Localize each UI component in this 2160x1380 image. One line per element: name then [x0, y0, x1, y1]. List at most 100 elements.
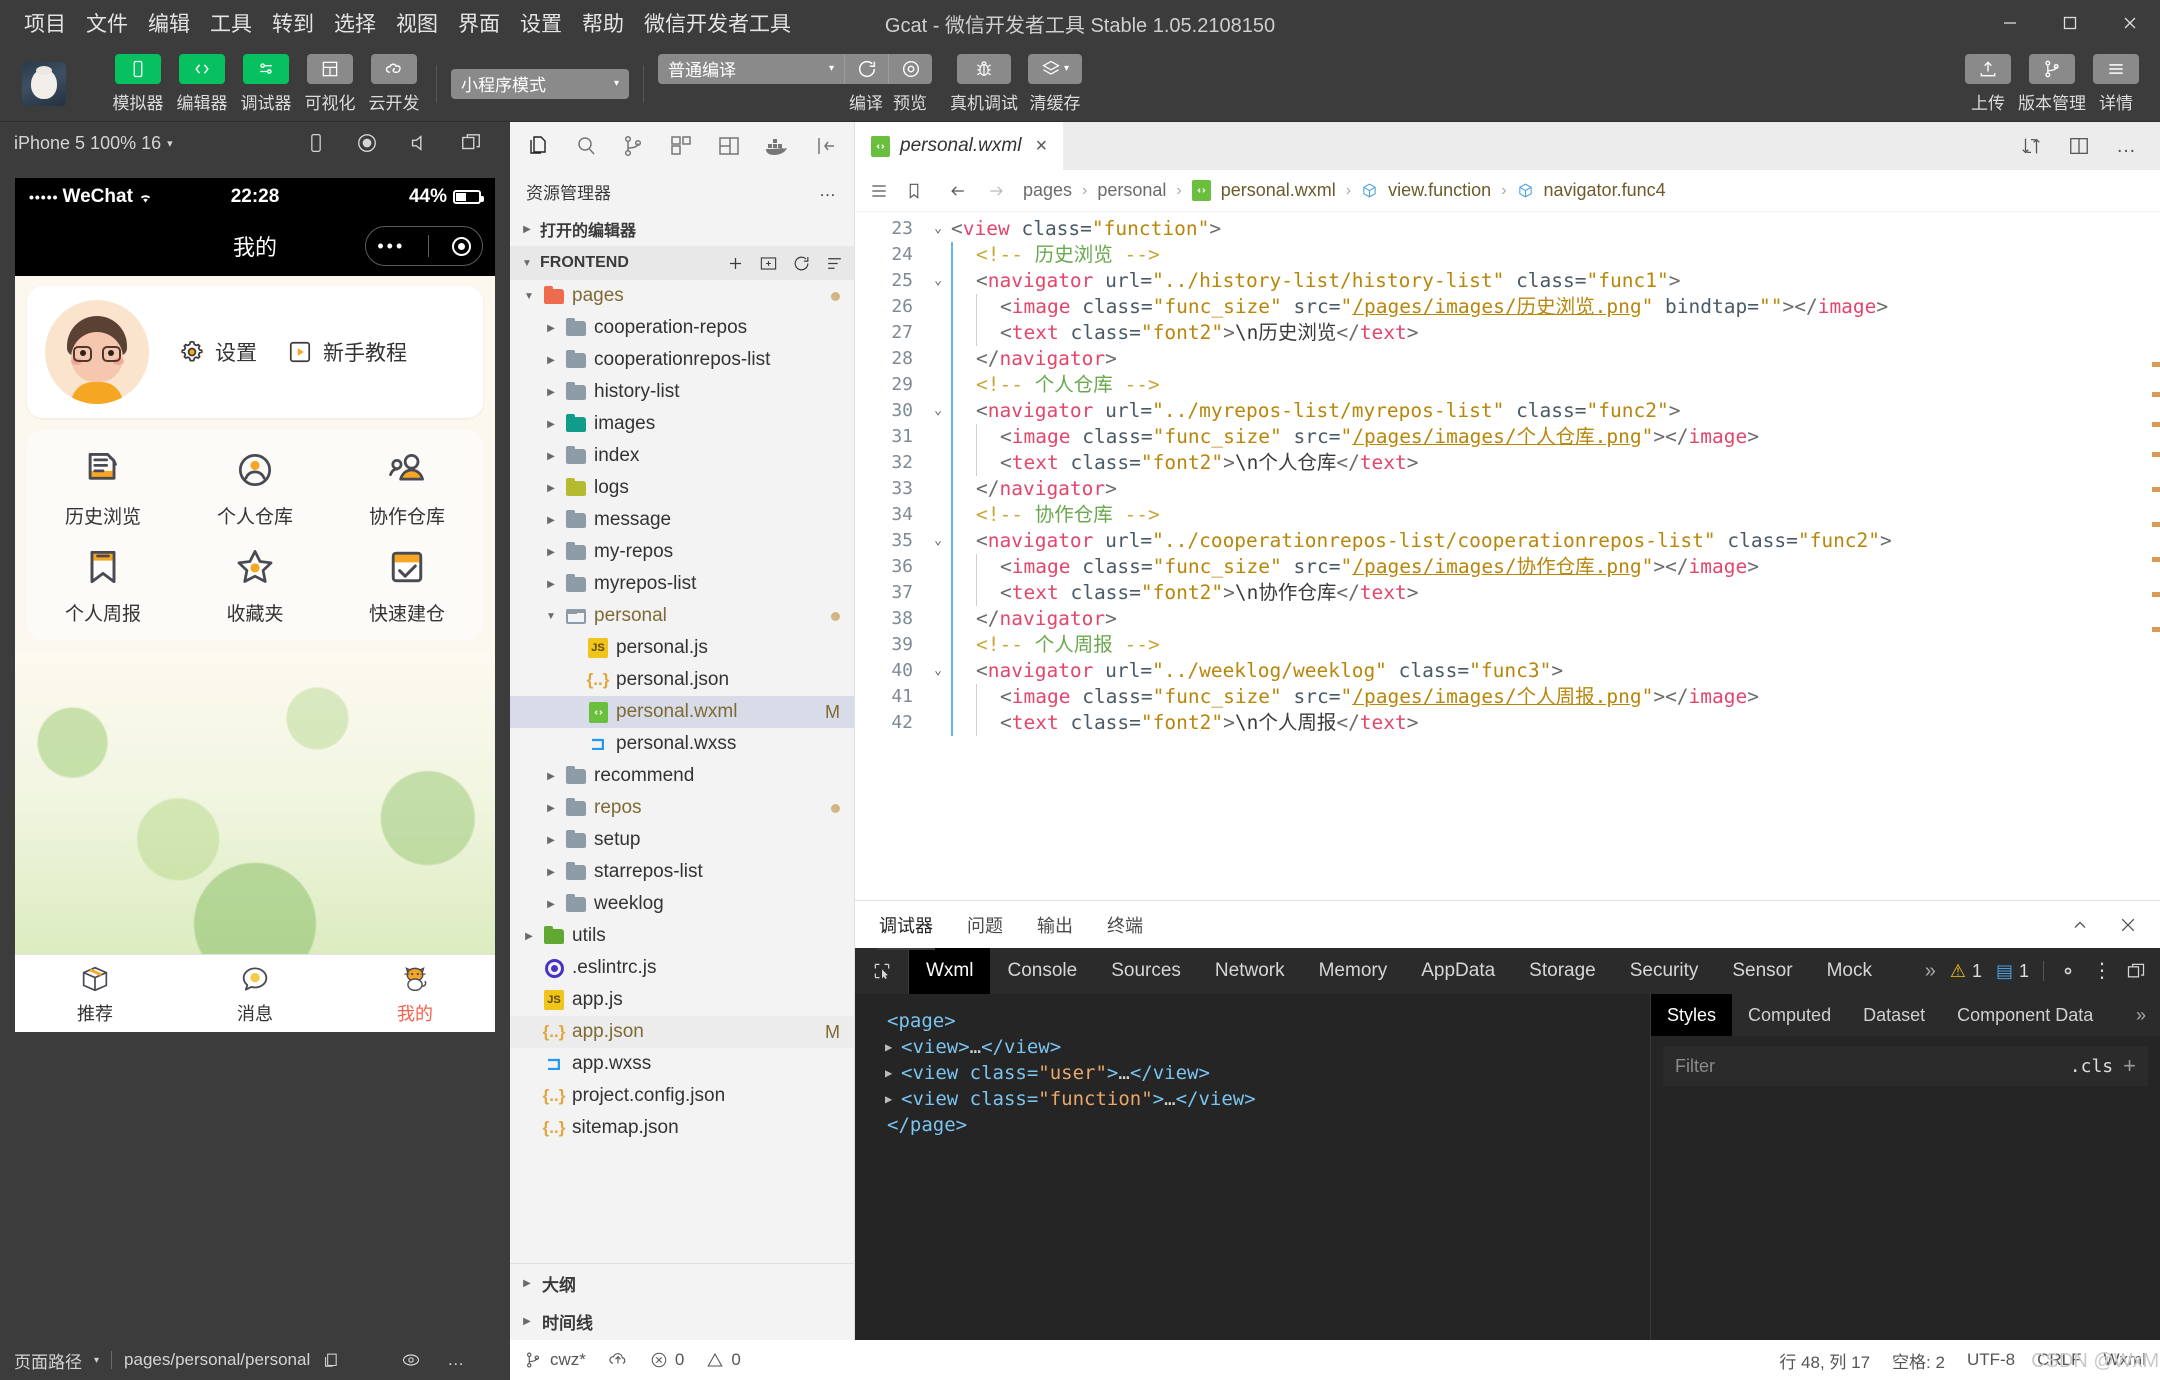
outline-section[interactable]: ▶ 大纲 — [510, 1264, 854, 1302]
menu-item-6[interactable]: 视图 — [386, 4, 448, 42]
tree-item-recommend[interactable]: ▶ recommend — [510, 760, 854, 792]
collapse-chevron-icon[interactable] — [2070, 915, 2090, 935]
split-icon[interactable] — [717, 134, 741, 158]
tree-item-personal.json[interactable]: {..} personal.json — [510, 664, 854, 696]
code-line-35[interactable]: 35 ⌄ <navigator url="../cooperationrepos-l… — [855, 528, 2160, 554]
devtools-tab-network[interactable]: Network — [1198, 948, 1302, 994]
code-line-40[interactable]: 40 ⌄ <navigator url="../weeklog/weeklog" c… — [855, 658, 2160, 684]
fold-chevron-icon[interactable]: ⌄ — [925, 216, 951, 242]
user-action-1[interactable]: 新手教程 — [287, 337, 407, 367]
tool-2-button[interactable]: 调试器 — [238, 53, 294, 114]
menu-item-5[interactable]: 选择 — [324, 4, 386, 42]
windows-icon[interactable] — [460, 132, 482, 154]
function-item-5[interactable]: 快速建仓 — [331, 545, 483, 626]
debugger-tab-3[interactable]: 终端 — [1105, 900, 1145, 950]
menu-item-10[interactable]: 微信开发者工具 — [634, 4, 801, 42]
new-file-icon[interactable] — [726, 254, 745, 273]
toolright-1-button[interactable]: 版本管理 — [2018, 53, 2086, 114]
expand-arrow-icon[interactable]: ▶ — [885, 1034, 897, 1060]
devtools-tab-sensor[interactable]: Sensor — [1715, 948, 1809, 994]
function-item-0[interactable]: 历史浏览 — [27, 448, 179, 529]
breadcrumb-item-2[interactable]: personal.wxml — [1221, 180, 1336, 201]
function-item-2[interactable]: 协作仓库 — [331, 448, 483, 529]
tree-item-project.config.json[interactable]: {..} project.config.json — [510, 1080, 854, 1112]
close-icon[interactable] — [2118, 915, 2138, 935]
code-line-32[interactable]: 32 <text class="font2">\n个人仓库</text> — [855, 450, 2160, 476]
toolright-2-button[interactable]: 详情 — [2088, 53, 2144, 114]
extensions-icon[interactable] — [669, 134, 693, 158]
more-icon[interactable]: … — [447, 1350, 466, 1370]
tree-item-images[interactable]: ▶ images — [510, 408, 854, 440]
tool-1-button[interactable]: 编辑器 — [174, 53, 230, 114]
tool-0-button[interactable]: 模拟器 — [110, 53, 166, 114]
collapse-all-icon[interactable] — [825, 254, 844, 273]
function-item-3[interactable]: 个人周报 — [27, 545, 179, 626]
tree-item-pages[interactable]: ▼ pages — [510, 280, 854, 312]
warning-indicator[interactable]: 0 — [706, 1350, 741, 1370]
editor-scrollbar[interactable] — [2146, 212, 2160, 900]
project-section[interactable]: ▼ FRONTEND — [510, 246, 854, 280]
tree-item-personal[interactable]: ▼ personal — [510, 600, 854, 632]
dock-icon[interactable] — [2126, 961, 2146, 981]
cls-button[interactable]: .cls — [2070, 1056, 2113, 1077]
tree-item-.eslintrc.js[interactable]: .eslintrc.js — [510, 952, 854, 984]
new-folder-icon[interactable] — [759, 254, 778, 273]
fold-chevron-icon[interactable]: ⌄ — [925, 658, 951, 684]
devtools-tab-memory[interactable]: Memory — [1302, 948, 1405, 994]
fold-chevron-icon[interactable]: ⌄ — [925, 528, 951, 554]
add-rule-button[interactable]: + — [2123, 1053, 2136, 1079]
tree-item-my-repos[interactable]: ▶ my-repos — [510, 536, 854, 568]
sync-icon[interactable] — [608, 1350, 628, 1370]
realdevice-debug-button[interactable]: 真机调试 — [950, 53, 1018, 114]
clear-cache-button[interactable]: ▾ 清缓存 — [1028, 53, 1082, 114]
wechat-capsule[interactable]: ••• — [365, 226, 483, 266]
dom-node-1[interactable]: ▶ <view>…</view> — [871, 1034, 1634, 1060]
compare-icon[interactable] — [2020, 135, 2042, 157]
breadcrumb-item-4[interactable]: navigator.func4 — [1544, 180, 1666, 201]
devtools-tab-storage[interactable]: Storage — [1512, 948, 1613, 994]
tree-item-utils[interactable]: ▶ utils — [510, 920, 854, 952]
menu-item-7[interactable]: 界面 — [448, 4, 510, 42]
code-line-37[interactable]: 37 <text class="font2">\n协作仓库</text> — [855, 580, 2160, 606]
error-indicator[interactable]: 0 — [650, 1350, 684, 1370]
function-item-4[interactable]: 收藏夹 — [179, 545, 331, 626]
breadcrumb-item-0[interactable]: pages — [1023, 180, 1072, 201]
code-line-31[interactable]: 31 <image class="func_size" src="/pages/i… — [855, 424, 2160, 450]
avatar[interactable] — [45, 300, 149, 404]
styles-tab-3[interactable]: Component Data — [1941, 994, 2109, 1036]
inspect-element-icon[interactable] — [855, 948, 909, 994]
code-line-42[interactable]: 42 <text class="font2">\n个人周报</text> — [855, 710, 2160, 736]
tree-item-setup[interactable]: ▶ setup — [510, 824, 854, 856]
kebab-icon[interactable]: ⋮ — [2092, 961, 2112, 981]
code-line-26[interactable]: 26 <image class="func_size" src="/pages/i… — [855, 294, 2160, 320]
mode-select[interactable]: 小程序模式 ▾ — [451, 68, 629, 99]
devtools-tab-security[interactable]: Security — [1613, 948, 1716, 994]
eye-icon[interactable] — [401, 1350, 421, 1370]
compile-button[interactable] — [844, 53, 888, 84]
devtools-tab-mock[interactable]: Mock — [1810, 948, 1889, 994]
tree-item-message[interactable]: ▶ message — [510, 504, 854, 536]
volume-icon[interactable] — [408, 132, 430, 154]
code-line-34[interactable]: 34 <!-- 协作仓库 --> — [855, 502, 2160, 528]
tree-item-personal.js[interactable]: JS personal.js — [510, 632, 854, 664]
record-icon[interactable] — [356, 132, 378, 154]
encoding-indicator[interactable]: UTF-8 — [1967, 1350, 2015, 1370]
gear-icon[interactable] — [2058, 961, 2078, 981]
phone-tab-1[interactable]: 消息 — [175, 955, 335, 1032]
code-line-39[interactable]: 39 <!-- 个人周报 --> — [855, 632, 2160, 658]
function-item-1[interactable]: 个人仓库 — [179, 448, 331, 529]
menu-item-1[interactable]: 文件 — [76, 4, 138, 42]
phone-rotate-icon[interactable] — [306, 132, 326, 154]
indentation-indicator[interactable]: 空格: 2 — [1892, 1348, 1945, 1373]
tree-item-index[interactable]: ▶ index — [510, 440, 854, 472]
timeline-section[interactable]: ▶ 时间线 — [510, 1302, 854, 1340]
preview-button[interactable] — [888, 53, 932, 84]
wxml-dom-tree[interactable]: <page> ▶ <view>…</view> ▶ <view class="user"… — [855, 994, 1650, 1340]
phone-tab-0[interactable]: 推荐 — [15, 955, 175, 1032]
project-avatar[interactable] — [22, 61, 66, 106]
tree-item-cooperationrepos-list[interactable]: ▶ cooperationrepos-list — [510, 344, 854, 376]
message-indicator[interactable]: ▤ 1 — [1996, 961, 2029, 982]
menu-item-4[interactable]: 转到 — [262, 4, 324, 42]
dom-node-2[interactable]: ▶ <view class="user">…</view> — [871, 1060, 1634, 1086]
code-line-23[interactable]: 23 ⌄ <view class="function"> — [855, 216, 2160, 242]
